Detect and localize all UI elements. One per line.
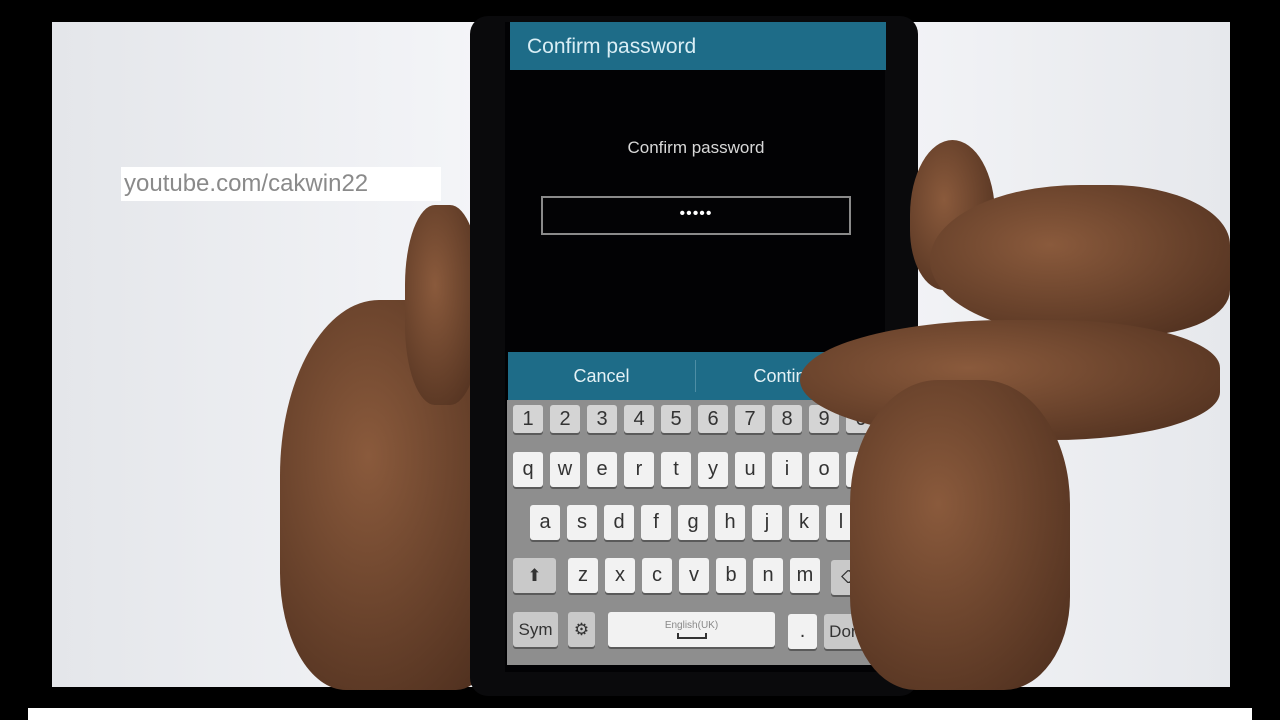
watermark: youtube.com/cakwin22 <box>121 167 441 201</box>
key-x[interactable]: x <box>605 558 635 593</box>
key-8[interactable]: 8 <box>772 405 802 433</box>
sym-key[interactable]: Sym <box>513 612 558 647</box>
space-bar-icon <box>676 633 707 639</box>
key-j[interactable]: j <box>752 505 782 540</box>
keyboard: 1234567890qwertyuiopasdfghjkl⬆zxcvbnm⌫Sy… <box>507 400 879 665</box>
key-v[interactable]: v <box>679 558 709 593</box>
key-u[interactable]: u <box>735 452 765 487</box>
key-h[interactable]: h <box>715 505 745 540</box>
key-w[interactable]: w <box>550 452 580 487</box>
key-t[interactable]: t <box>661 452 691 487</box>
key-q[interactable]: q <box>513 452 543 487</box>
key-c[interactable]: c <box>642 558 672 593</box>
left-thumb <box>405 205 480 405</box>
key-i[interactable]: i <box>772 452 802 487</box>
key-z[interactable]: z <box>568 558 598 593</box>
key-2[interactable]: 2 <box>550 405 580 433</box>
password-input[interactable]: ••••• <box>541 196 851 235</box>
key-6[interactable]: 6 <box>698 405 728 433</box>
key-a[interactable]: a <box>530 505 560 540</box>
key-n[interactable]: n <box>753 558 783 593</box>
key-4[interactable]: 4 <box>624 405 654 433</box>
key-y[interactable]: y <box>698 452 728 487</box>
space-language-label: English(UK) <box>664 620 719 631</box>
key-e[interactable]: e <box>587 452 617 487</box>
key-5[interactable]: 5 <box>661 405 691 433</box>
dialog-title: Confirm password <box>510 22 886 70</box>
bottom-bar <box>28 708 1252 720</box>
key-3[interactable]: 3 <box>587 405 617 433</box>
shift-key[interactable]: ⬆ <box>513 558 556 593</box>
key-1[interactable]: 1 <box>513 405 543 433</box>
key-s[interactable]: s <box>567 505 597 540</box>
key-m[interactable]: m <box>790 558 820 593</box>
right-middle-finger <box>850 380 1070 690</box>
key-d[interactable]: d <box>604 505 634 540</box>
key-k[interactable]: k <box>789 505 819 540</box>
key-o[interactable]: o <box>809 452 839 487</box>
key-f[interactable]: f <box>641 505 671 540</box>
key-r[interactable]: r <box>624 452 654 487</box>
settings-key[interactable]: ⚙ <box>568 612 595 647</box>
key-g[interactable]: g <box>678 505 708 540</box>
password-label: Confirm password <box>627 138 765 157</box>
period-key[interactable]: . <box>788 614 817 649</box>
key-b[interactable]: b <box>716 558 746 593</box>
space-key[interactable]: English(UK) <box>608 612 775 647</box>
key-7[interactable]: 7 <box>735 405 765 433</box>
cancel-button[interactable]: Cancel <box>508 352 695 400</box>
right-hand <box>930 185 1230 335</box>
